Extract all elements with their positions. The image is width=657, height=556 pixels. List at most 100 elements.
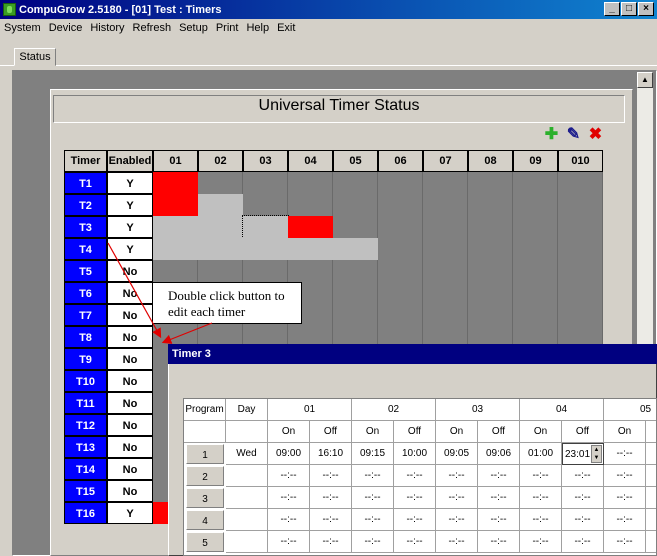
timer-button-t11[interactable]: T11: [64, 392, 107, 414]
timer-slot[interactable]: [468, 172, 513, 194]
timer-slot[interactable]: [243, 260, 288, 282]
timer-slot[interactable]: [558, 238, 603, 260]
time-cell[interactable]: --:--: [478, 465, 520, 487]
time-cell[interactable]: --:--: [436, 487, 478, 509]
time-cell[interactable]: --:--: [478, 509, 520, 531]
time-cell[interactable]: --:--: [520, 465, 562, 487]
timer-slot[interactable]: [558, 172, 603, 194]
menu-print[interactable]: Print: [212, 22, 243, 34]
tab-status[interactable]: Status: [14, 48, 56, 66]
time-cell[interactable]: --:--: [520, 531, 562, 553]
timer-slot[interactable]: [378, 172, 423, 194]
time-cell[interactable]: --:--: [268, 531, 310, 553]
timer-button-t8[interactable]: T8: [64, 326, 107, 348]
time-cell[interactable]: --:--: [352, 509, 394, 531]
timer-slot[interactable]: [558, 304, 603, 326]
time-cell[interactable]: --:--: [310, 509, 352, 531]
time-cell[interactable]: --:--: [562, 465, 604, 487]
timer-button-t1[interactable]: T1: [64, 172, 107, 194]
timer-slot[interactable]: [333, 216, 378, 238]
timer-button-t14[interactable]: T14: [64, 458, 107, 480]
time-cell[interactable]: --:--: [352, 531, 394, 553]
time-cell[interactable]: --:--: [646, 443, 656, 465]
timer-slot[interactable]: [423, 304, 468, 326]
timer-slot[interactable]: [288, 172, 333, 194]
time-cell[interactable]: 09:06: [478, 443, 520, 465]
timer-slot[interactable]: [513, 172, 558, 194]
menu-exit[interactable]: Exit: [273, 22, 299, 34]
program-number[interactable]: 1: [186, 444, 224, 464]
timer-button-t12[interactable]: T12: [64, 414, 107, 436]
time-cell[interactable]: --:--: [436, 531, 478, 553]
timer-slot[interactable]: [198, 194, 243, 216]
time-cell[interactable]: 09:15: [352, 443, 394, 465]
timer-slot[interactable]: [558, 282, 603, 304]
timer-slot[interactable]: [333, 260, 378, 282]
menu-history[interactable]: History: [86, 22, 128, 34]
timer-button-t6[interactable]: T6: [64, 282, 107, 304]
time-cell[interactable]: --:--: [562, 487, 604, 509]
timer-button-t10[interactable]: T10: [64, 370, 107, 392]
time-cell[interactable]: --:--: [436, 465, 478, 487]
timer-slot[interactable]: [198, 172, 243, 194]
time-cell[interactable]: --:--: [604, 531, 646, 553]
timer-slot[interactable]: [288, 260, 333, 282]
timer-button-t5[interactable]: T5: [64, 260, 107, 282]
menu-system[interactable]: System: [0, 22, 45, 34]
time-cell[interactable]: --:--: [604, 443, 646, 465]
timer-slot[interactable]: [423, 216, 468, 238]
timer-slot[interactable]: [242, 215, 289, 239]
time-cell[interactable]: --:--: [268, 509, 310, 531]
time-cell[interactable]: --:--: [352, 465, 394, 487]
timer-slot[interactable]: [198, 238, 243, 260]
time-cell[interactable]: --:--: [436, 509, 478, 531]
time-cell[interactable]: --:--: [520, 487, 562, 509]
dialog-title[interactable]: Timer 3: [168, 344, 657, 364]
time-cell[interactable]: --:--: [562, 509, 604, 531]
x-icon[interactable]: ✖: [588, 127, 603, 143]
timer-button-t9[interactable]: T9: [64, 348, 107, 370]
timer-slot[interactable]: [288, 194, 333, 216]
timer-slot[interactable]: [513, 282, 558, 304]
time-cell[interactable]: --:--: [268, 487, 310, 509]
time-cell[interactable]: --:--: [310, 531, 352, 553]
program-number[interactable]: 4: [186, 510, 224, 530]
timer-slot[interactable]: [153, 216, 198, 238]
time-cell[interactable]: --:--: [604, 465, 646, 487]
timer-slot[interactable]: [468, 194, 513, 216]
program-number[interactable]: 5: [186, 532, 224, 552]
timer-slot[interactable]: [468, 216, 513, 238]
timer-slot[interactable]: [378, 238, 423, 260]
timer-slot[interactable]: [378, 194, 423, 216]
time-cell[interactable]: --:--: [478, 531, 520, 553]
time-cell[interactable]: --:--: [310, 487, 352, 509]
time-cell[interactable]: --:--: [646, 465, 656, 487]
timer-slot[interactable]: [198, 260, 243, 282]
program-number[interactable]: 2: [186, 466, 224, 486]
timer-slot[interactable]: [513, 238, 558, 260]
menu-refresh[interactable]: Refresh: [129, 22, 176, 34]
time-cell[interactable]: 10:00: [394, 443, 436, 465]
timer-slot[interactable]: [378, 260, 423, 282]
time-cell[interactable]: --:--: [394, 531, 436, 553]
timer-slot[interactable]: [513, 216, 558, 238]
time-cell[interactable]: 01:00: [520, 443, 562, 465]
timer-button-t7[interactable]: T7: [64, 304, 107, 326]
timer-slot[interactable]: [243, 194, 288, 216]
time-cell[interactable]: --:--: [268, 465, 310, 487]
timer-slot[interactable]: [468, 304, 513, 326]
timer-slot[interactable]: [153, 172, 198, 194]
time-cell[interactable]: --:--: [604, 487, 646, 509]
timer-slot[interactable]: [378, 282, 423, 304]
timer-button-t16[interactable]: T16: [64, 502, 107, 524]
maximize-button[interactable]: □: [621, 2, 637, 16]
timer-button-t13[interactable]: T13: [64, 436, 107, 458]
timer-slot[interactable]: [153, 260, 198, 282]
time-cell[interactable]: --:--: [646, 531, 656, 553]
timer-button-t15[interactable]: T15: [64, 480, 107, 502]
scroll-up-arrow-icon[interactable]: ▲: [637, 72, 653, 88]
spin-arrows-icon[interactable]: ▲ ▼: [591, 445, 602, 463]
time-cell[interactable]: --:--: [394, 465, 436, 487]
timer-slot[interactable]: [333, 304, 378, 326]
window-titlebar[interactable]: CompuGrow 2.5180 - [01] Test : Timers _ …: [0, 0, 657, 19]
